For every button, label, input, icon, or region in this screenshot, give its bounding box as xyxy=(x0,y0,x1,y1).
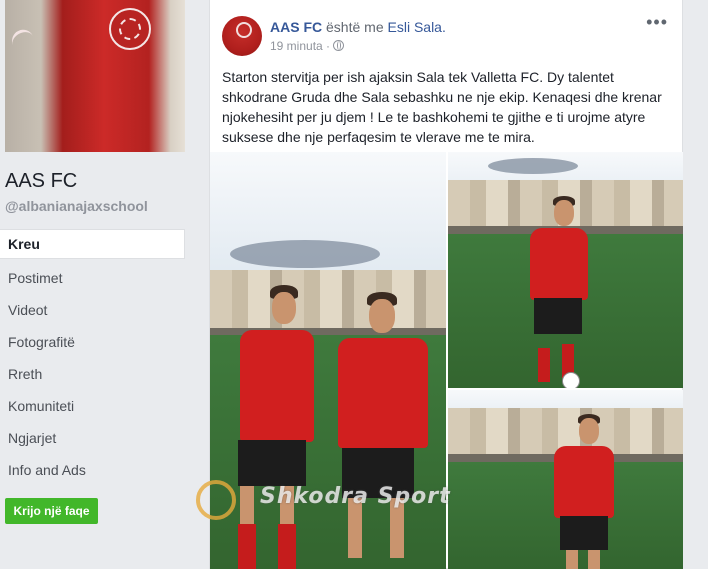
right-gutter xyxy=(683,0,708,569)
nav-item-posts[interactable]: Postimet xyxy=(0,262,185,294)
create-page-button[interactable]: Krijo një faqe xyxy=(5,498,98,524)
club-crest-icon xyxy=(109,8,151,50)
more-options-icon[interactable]: ••• xyxy=(646,12,668,33)
post-text: Starton stervitja per ish ajaksin Sala t… xyxy=(222,69,662,145)
nav-item-info-ads[interactable]: Info and Ads xyxy=(0,454,185,486)
nav-item-community[interactable]: Komuniteti xyxy=(0,390,185,422)
club-crest-icon xyxy=(236,22,252,38)
profile-photo[interactable] xyxy=(5,0,185,152)
page-nav: Kreu Postimet Videot Fotografitë Rreth K… xyxy=(0,229,185,486)
meta-separator: · xyxy=(326,39,331,53)
page-handle[interactable]: @albanianajaxschool xyxy=(5,198,148,214)
page-title[interactable]: AAS FC xyxy=(5,170,77,193)
brand-logo-mark xyxy=(8,26,36,51)
nav-item-events[interactable]: Ngjarjet xyxy=(0,422,185,454)
tagged-person-link[interactable]: Esli Sala. xyxy=(388,19,446,35)
post-timestamp[interactable]: 19 minuta xyxy=(270,39,323,53)
page-sidebar: AAS FC @albanianajaxschool Kreu Postimet… xyxy=(0,0,196,569)
post-with-text: është me xyxy=(326,19,384,35)
post-header: AAS FC është me Esli Sala. xyxy=(270,19,446,35)
nav-item-videos[interactable]: Videot xyxy=(0,294,185,326)
watermark: Shkodra Sport xyxy=(196,478,506,520)
globe-icon[interactable] xyxy=(333,40,345,51)
post-meta: 19 minuta · xyxy=(270,39,345,53)
watermark-text: Shkodra Sport xyxy=(260,484,451,509)
author-avatar[interactable] xyxy=(222,16,262,56)
nav-item-home[interactable]: Kreu xyxy=(0,229,185,259)
post-photo-2[interactable] xyxy=(448,152,684,388)
post-author-link[interactable]: AAS FC xyxy=(270,19,322,35)
nav-item-photos[interactable]: Fotografitë xyxy=(0,326,185,358)
football xyxy=(562,372,580,388)
nav-item-about[interactable]: Rreth xyxy=(0,358,185,390)
watermark-logo-icon xyxy=(196,480,236,520)
